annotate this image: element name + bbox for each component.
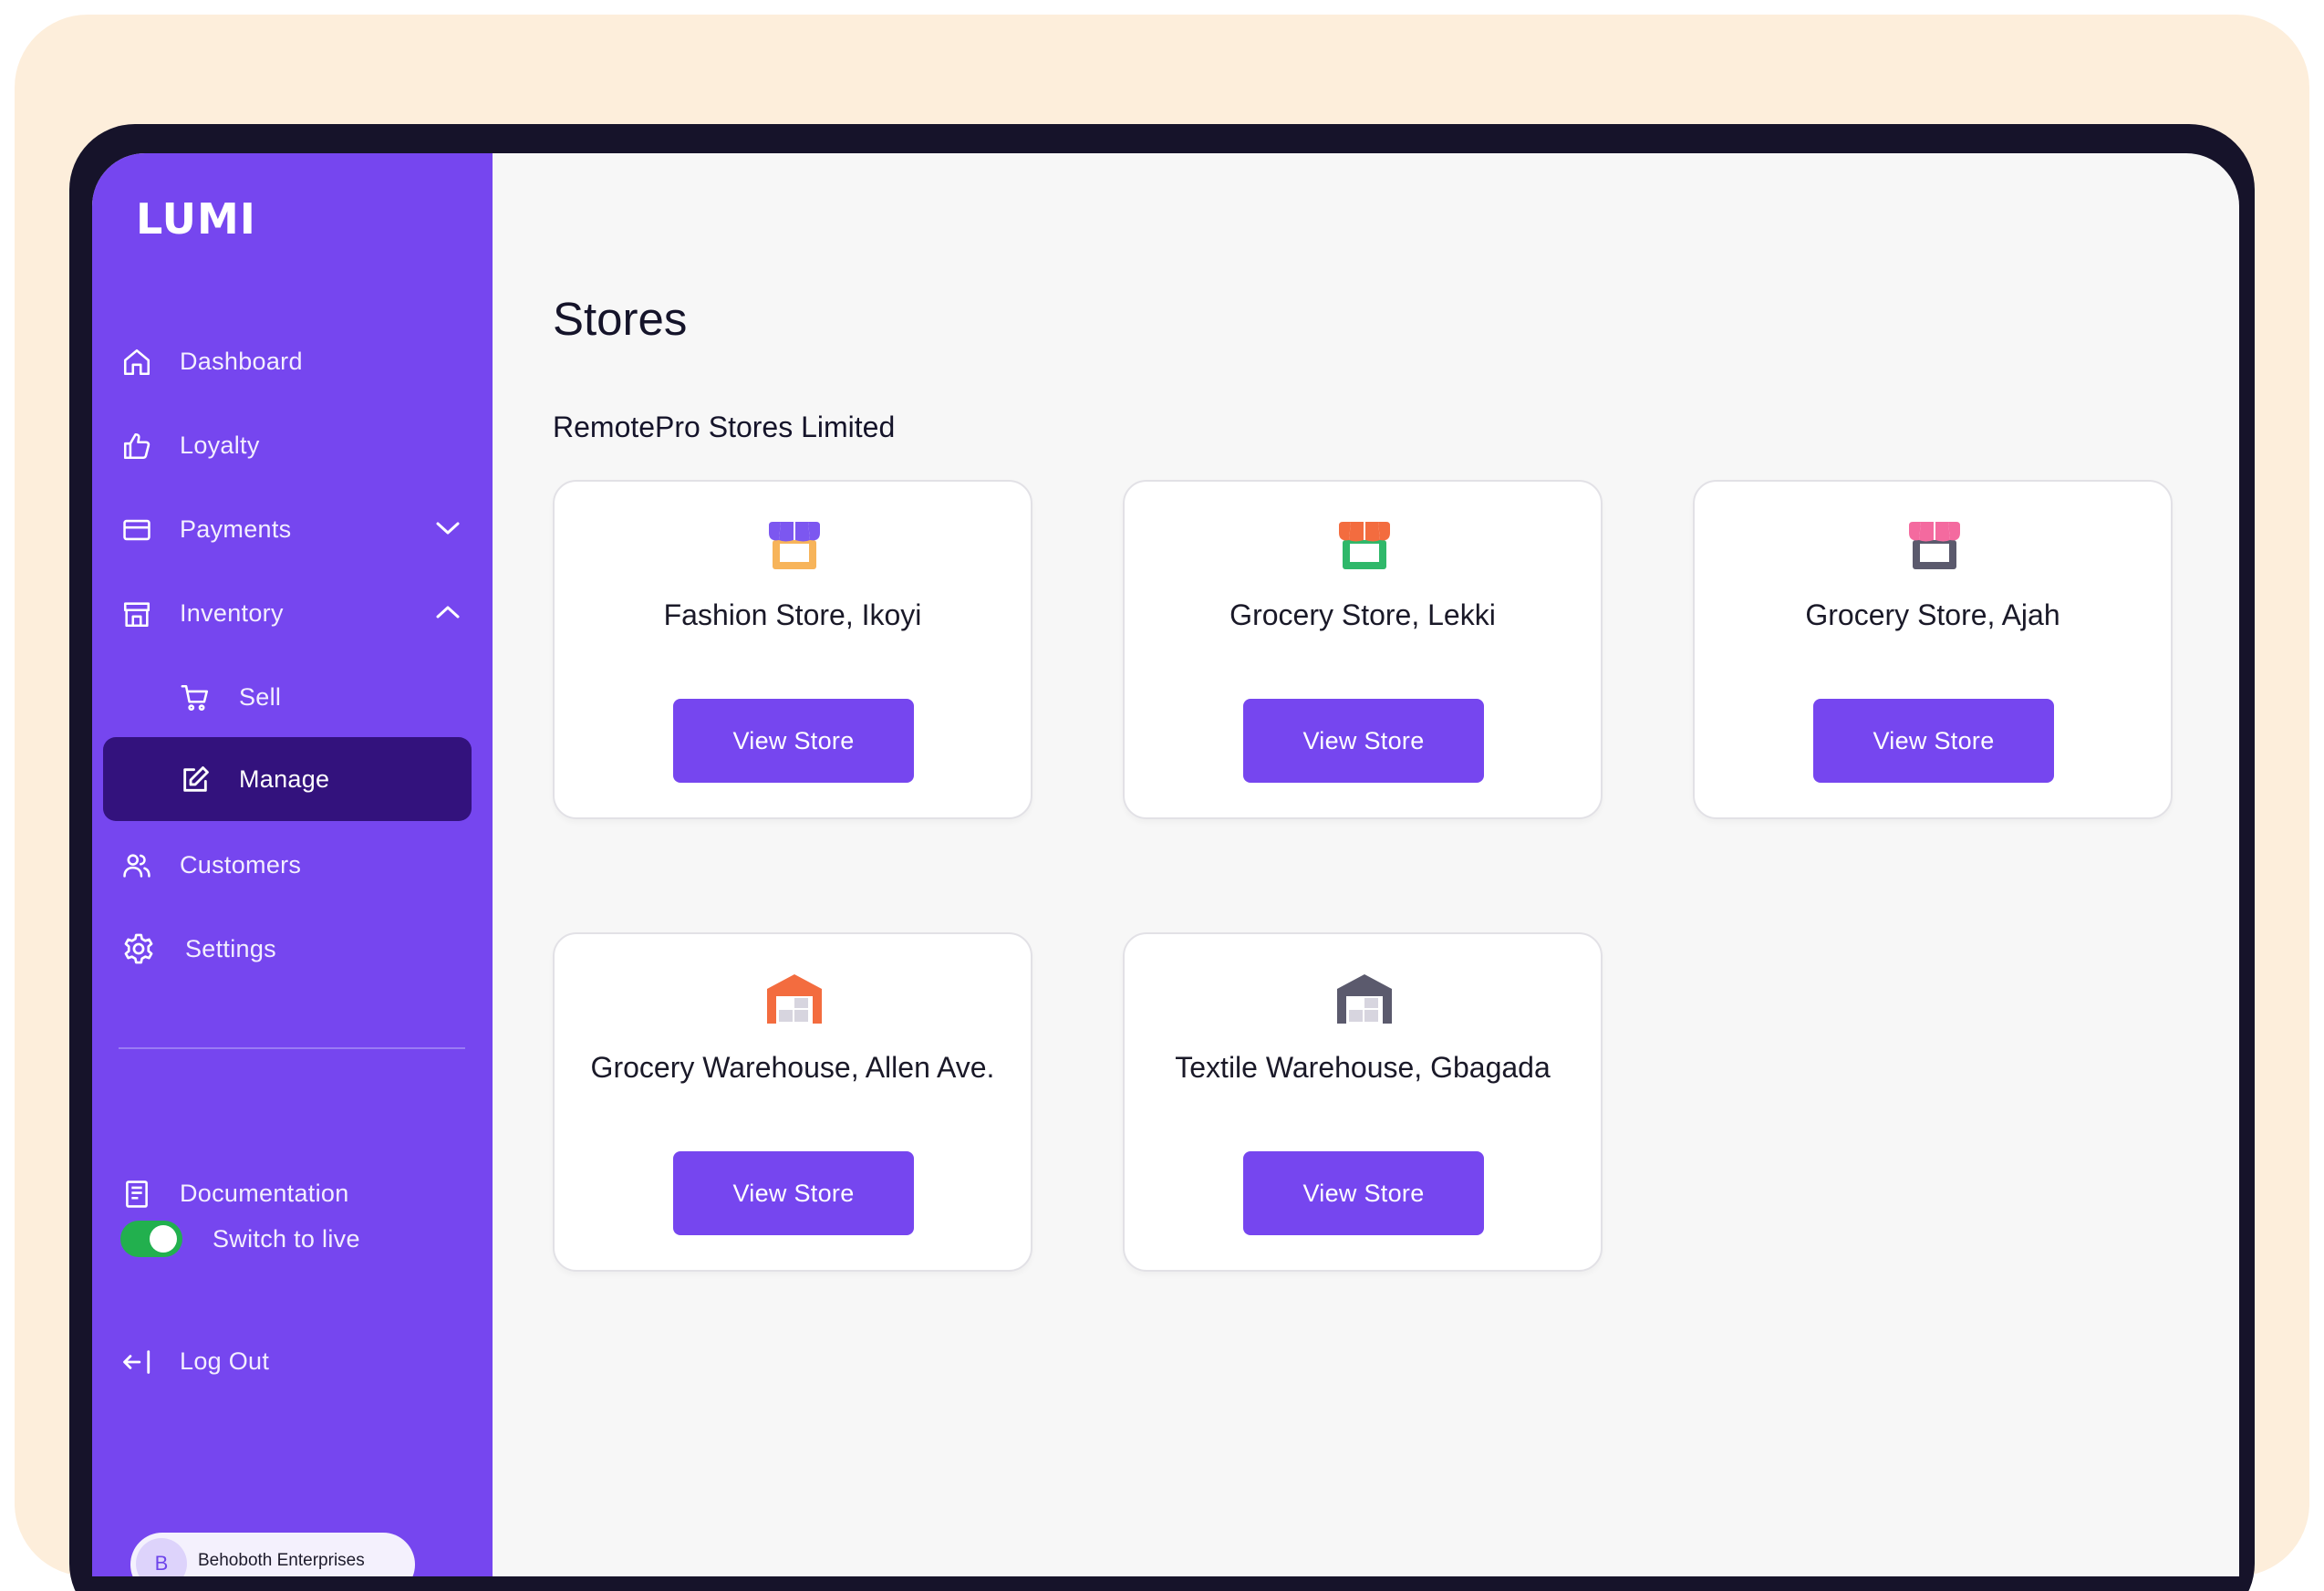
- card-icon: [123, 519, 150, 541]
- sidebar-item-manage[interactable]: Manage: [103, 737, 472, 821]
- store-card: Grocery Store, Lekki View Store: [1123, 480, 1603, 819]
- sidebar-item-logout[interactable]: Log Out: [92, 1319, 493, 1403]
- chevron-up-icon[interactable]: [434, 602, 462, 622]
- home-icon: [123, 348, 150, 376]
- avatar: B: [136, 1538, 187, 1576]
- store-name: Grocery Store, Lekki: [1229, 598, 1496, 631]
- logout-icon: [123, 1350, 150, 1374]
- sidebar-item-switch-live[interactable]: Switch to live: [92, 1197, 493, 1281]
- page-title: Stores: [553, 293, 688, 345]
- gear-icon: [124, 933, 153, 964]
- sidebar-item-customers[interactable]: Customers: [92, 823, 493, 907]
- store-card: Fashion Store, Ikoyi View Store: [553, 480, 1032, 819]
- cart-icon: [181, 684, 209, 712]
- svg-text:LUMI: LUMI: [136, 194, 254, 241]
- sidebar-item-sell[interactable]: Sell: [92, 655, 493, 739]
- sidebar: LUMI Dashboard Loyalty Payments Inventor…: [92, 153, 493, 1576]
- view-store-button[interactable]: View Store: [673, 1151, 914, 1235]
- view-store-button[interactable]: View Store: [1813, 699, 2054, 783]
- view-store-button[interactable]: View Store: [1243, 1151, 1484, 1235]
- sidebar-item-label: Manage: [239, 764, 330, 793]
- sidebar-item-payments[interactable]: Payments: [92, 487, 493, 571]
- organization-name: RemotePro Stores Limited: [553, 411, 896, 443]
- warehouse-card: Grocery Warehouse, Allen Ave. View Store: [553, 932, 1032, 1272]
- warehouse-card: Textile Warehouse, Gbagada View Store: [1123, 932, 1603, 1272]
- lumi-logo: LUMI: [136, 194, 254, 241]
- store-name: Textile Warehouse, Gbagada: [1175, 1051, 1551, 1084]
- sidebar-item-label: Payments: [180, 515, 292, 543]
- edit-icon: [183, 766, 209, 792]
- storefront-icon: [769, 522, 820, 569]
- sidebar-item-label: Switch to live: [213, 1224, 360, 1253]
- sidebar-item-dashboard[interactable]: Dashboard: [92, 319, 493, 403]
- sidebar-item-label: Loyalty: [180, 431, 260, 459]
- store-name: Grocery Store, Ajah: [1805, 598, 2060, 631]
- warehouse-icon: [1337, 974, 1392, 1024]
- view-store-button[interactable]: View Store: [673, 699, 914, 783]
- users-icon: [123, 854, 150, 878]
- sidebar-item-label: Inventory: [180, 598, 284, 627]
- account-name: Behoboth Enterprises: [198, 1551, 365, 1570]
- sidebar-item-label: Sell: [239, 682, 282, 711]
- warehouse-icon: [767, 974, 822, 1024]
- store-name: Grocery Warehouse, Allen Ave.: [590, 1051, 995, 1084]
- store-icon: [123, 602, 150, 628]
- store-name: Fashion Store, Ikoyi: [663, 598, 922, 631]
- sidebar-item-loyalty[interactable]: Loyalty: [92, 403, 493, 487]
- sidebar-item-label: Settings: [185, 934, 276, 962]
- account-switcher[interactable]: B Behoboth Enterprises: [130, 1533, 415, 1576]
- view-store-button[interactable]: View Store: [1243, 699, 1484, 783]
- sidebar-item-label: Log Out: [180, 1347, 270, 1375]
- storefront-icon: [1339, 522, 1390, 569]
- sidebar-item-settings[interactable]: Settings: [92, 907, 493, 991]
- thumbs-up-icon: [123, 432, 150, 460]
- sidebar-item-label: Dashboard: [180, 347, 303, 375]
- chevron-down-icon[interactable]: [434, 518, 462, 538]
- sidebar-divider: [119, 1047, 465, 1049]
- sidebar-item-inventory[interactable]: Inventory: [92, 571, 493, 655]
- sidebar-item-label: Customers: [180, 850, 302, 879]
- store-card: Grocery Store, Ajah View Store: [1693, 480, 2173, 819]
- app-window: LUMI Dashboard Loyalty Payments Inventor…: [92, 153, 2239, 1576]
- main-content: Stores RemotePro Stores Limited Fashion …: [493, 153, 2239, 1576]
- storefront-icon: [1909, 522, 1960, 569]
